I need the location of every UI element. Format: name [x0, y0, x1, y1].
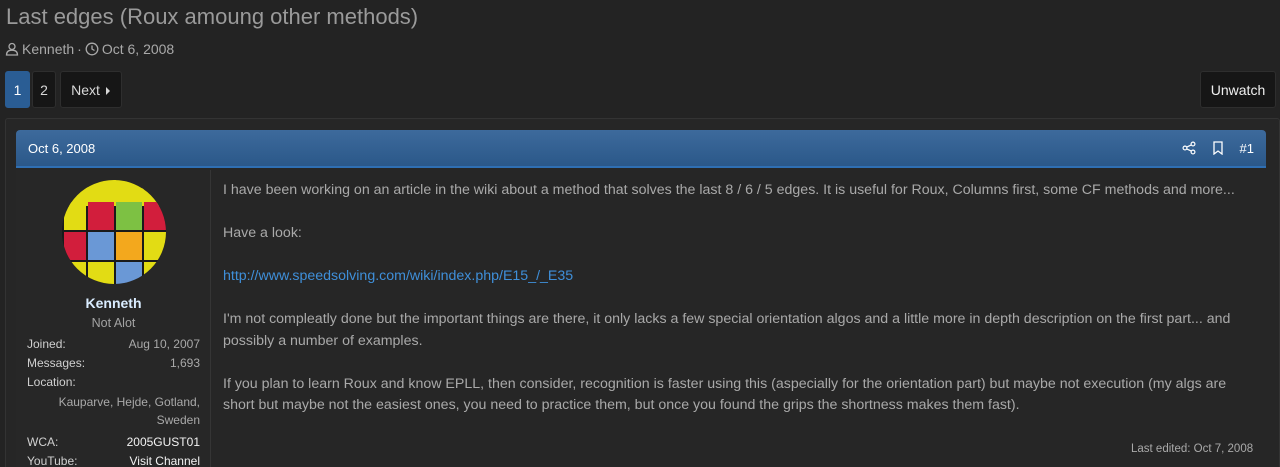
youtube-row: YouTube: Visit Channel [27, 454, 200, 467]
post-username[interactable]: Kenneth [16, 295, 211, 311]
page-2-button[interactable]: 2 [32, 71, 56, 108]
unwatch-button[interactable]: Unwatch [1200, 71, 1276, 108]
bookmark-icon[interactable] [1212, 141, 1224, 155]
user-icon [5, 42, 19, 56]
last-edited: Last edited: Oct 7, 2008 [1131, 443, 1254, 455]
wca-value: 2005GUST01 [126, 435, 200, 449]
next-page-button[interactable]: Next [60, 71, 122, 108]
post-number[interactable]: #1 [1240, 141, 1254, 156]
post-header: Oct 6, 2008 #1 [16, 130, 1266, 168]
location-label: Location: [27, 375, 76, 389]
location-row: Location: [27, 375, 200, 393]
clock-icon [85, 42, 99, 56]
location-value[interactable]: Kauparve, Hejde, Gotland, Sweden [27, 393, 200, 431]
joined-row: Joined: Aug 10, 2007 [27, 337, 200, 356]
thread-author[interactable]: Kenneth [22, 41, 74, 57]
messages-label: Messages: [27, 356, 86, 370]
page-1-button[interactable]: 1 [5, 71, 30, 108]
avatar[interactable] [62, 180, 166, 284]
post-paragraph: Have a look: [223, 225, 302, 241]
thread-title: Last edges (Roux amoung other methods) [6, 4, 419, 29]
wca-label: WCA: [27, 435, 59, 449]
thread-date[interactable]: Oct 6, 2008 [102, 41, 174, 57]
thread-meta: Kenneth · Oct 6, 2008 [5, 40, 174, 58]
post-actions: #1 [1182, 141, 1254, 156]
user-stats: Joined: Aug 10, 2007 Messages: 1,693 Loc… [27, 337, 200, 467]
post-paragraph: I have been working on an article in the… [223, 182, 1235, 198]
caret-right-icon [105, 82, 111, 98]
messages-row: Messages: 1,693 [27, 356, 200, 375]
joined-label: Joined: [27, 337, 66, 351]
post-body: I have been working on an article in the… [223, 180, 1258, 438]
messages-value[interactable]: 1,693 [170, 356, 200, 375]
meta-separator: · [77, 41, 82, 57]
next-label: Next [71, 81, 100, 98]
youtube-link[interactable]: Visit Channel [130, 454, 201, 467]
joined-value: Aug 10, 2007 [128, 337, 200, 351]
wca-row: WCA: 2005GUST01 [27, 435, 200, 454]
post-paragraph: I'm not compleatly done but the importan… [223, 311, 1231, 349]
post-paragraph: If you plan to learn Roux and know EPLL,… [223, 375, 1227, 414]
post-date[interactable]: Oct 6, 2008 [28, 141, 95, 156]
youtube-label: YouTube: [27, 454, 78, 467]
user-info-panel: Kenneth Not Alot Joined: Aug 10, 2007 Me… [16, 170, 211, 467]
user-title: Not Alot [91, 316, 136, 330]
pagination: 1 2 Next [5, 71, 122, 108]
share-icon[interactable] [1182, 141, 1196, 155]
wiki-link[interactable]: http://www.speedsolving.com/wiki/index.p… [223, 268, 573, 284]
